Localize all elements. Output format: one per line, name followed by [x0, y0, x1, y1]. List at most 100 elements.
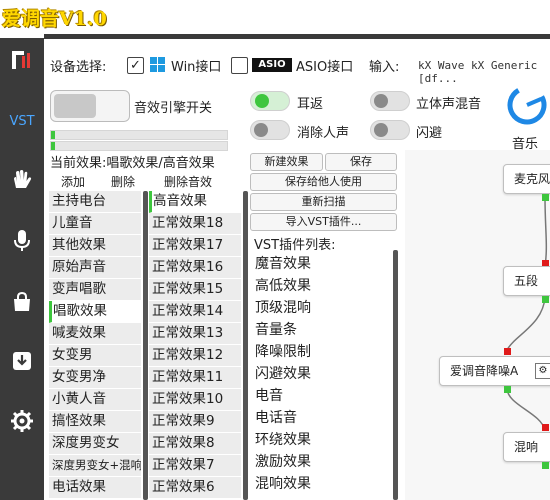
stereo-mix-toggle[interactable] — [370, 91, 410, 111]
effect-list: 高音效果 正常效果18 正常效果17 正常效果16 正常效果15 正常效果14 … — [149, 191, 241, 499]
delete-button[interactable]: 删除 — [111, 173, 135, 190]
vst-plugin-item[interactable]: 激励效果 — [253, 451, 311, 473]
category-scrollbar[interactable] — [143, 191, 148, 500]
gear-icon[interactable] — [0, 404, 44, 438]
effect-item[interactable]: 正常效果8 — [149, 433, 241, 455]
node-input-port[interactable] — [542, 424, 549, 431]
effect-item[interactable]: 正常效果12 — [149, 345, 241, 367]
effect-item[interactable]: 正常效果15 — [149, 279, 241, 301]
vocal-remove-label: 消除人声 — [297, 126, 350, 141]
vst-plugin-item[interactable]: 高低效果 — [253, 275, 311, 297]
vst-plugin-item[interactable]: 魔音效果 — [253, 253, 311, 275]
engine-switch-label: 音效引擎开关 — [134, 101, 213, 116]
microphone-icon[interactable] — [0, 224, 44, 258]
category-item[interactable]: 深度男变女 — [49, 433, 141, 455]
ear-return-toggle[interactable] — [250, 91, 290, 111]
shopping-bag-icon[interactable] — [0, 285, 44, 319]
add-button[interactable]: 添加 — [61, 173, 85, 190]
vst-plugin-item[interactable]: 电音 — [253, 385, 311, 407]
vst-scrollbar[interactable] — [393, 250, 398, 500]
level-meter-fill — [51, 142, 55, 150]
vst-plugin-item[interactable]: 电话音 — [253, 407, 311, 429]
effect-item[interactable]: 正常效果18 — [149, 213, 241, 235]
graph-node-mic[interactable]: 麦克风 — [503, 164, 550, 194]
category-item[interactable]: 电话效果 — [49, 477, 141, 499]
vst-plugin-item[interactable]: 音量条 — [253, 319, 311, 341]
category-item[interactable]: 其他效果 — [49, 235, 141, 257]
new-effect-button[interactable]: 新建效果 — [250, 153, 323, 171]
effect-item[interactable]: 正常效果10 — [149, 389, 241, 411]
win-checkbox[interactable]: ✓ — [127, 57, 144, 74]
ducking-label: 闪避 — [416, 126, 443, 141]
vocal-remove-toggle[interactable] — [250, 120, 290, 140]
windows-logo-icon — [150, 57, 165, 72]
category-item[interactable]: 女变男净 — [49, 367, 141, 389]
graph-node-label: 爱调音降噪A — [450, 364, 519, 378]
effect-item[interactable]: 正常效果13 — [149, 323, 241, 345]
asio-label: ASIO接口 — [296, 60, 354, 75]
save-button[interactable]: 保存 — [325, 153, 397, 171]
toggle-dot — [255, 94, 269, 108]
category-item[interactable]: 女变男 — [49, 345, 141, 367]
hand-wave-icon[interactable] — [0, 163, 44, 197]
delete-effect-button[interactable]: 删除音效 — [164, 173, 212, 190]
asio-checkbox[interactable] — [231, 57, 248, 74]
effect-item-selected[interactable]: 高音效果 — [149, 191, 241, 213]
input-device-select[interactable]: kX Wave kX Generic [df... — [418, 59, 550, 85]
node-input-port[interactable] — [504, 348, 511, 355]
tuner-logo-icon[interactable] — [0, 43, 44, 77]
graph-node-reverb[interactable]: 混响 — [503, 432, 550, 462]
graph-node-denoise[interactable]: 爱调音降噪A ⚙ — [439, 356, 550, 386]
node-settings-icon[interactable]: ⚙ — [535, 363, 550, 379]
effect-item[interactable]: 正常效果17 — [149, 235, 241, 257]
music-icon[interactable] — [505, 83, 549, 127]
vst-plugin-item[interactable]: 降噪限制 — [253, 341, 311, 363]
node-output-port[interactable] — [542, 462, 549, 469]
effect-item[interactable]: 正常效果16 — [149, 257, 241, 279]
win-label: Win接口 — [171, 60, 222, 75]
import-vst-button[interactable]: 导入VST插件... — [250, 213, 397, 231]
effect-item[interactable]: 正常效果6 — [149, 477, 241, 499]
category-item[interactable]: 喊麦效果 — [49, 323, 141, 345]
vst-plugin-item[interactable]: 混响效果 — [253, 473, 311, 495]
vst-plugin-item[interactable]: 闪避效果 — [253, 363, 311, 385]
category-list: 主持电台 儿童音 其他效果 原始声音 变声唱歌 唱歌效果 喊麦效果 女变男 女变… — [49, 191, 141, 499]
vst-icon[interactable]: VST — [0, 104, 44, 138]
effect-chain-graph[interactable]: 麦克风 五段 爱调音降噪A ⚙ 混响 — [405, 150, 550, 500]
toggle-dot — [374, 94, 388, 108]
node-output-port[interactable] — [504, 386, 511, 393]
engine-switch[interactable] — [50, 90, 130, 122]
title-bar: 爱调音V1.0 — [0, 0, 550, 38]
stereo-mix-label: 立体声混音 — [416, 97, 482, 112]
category-item[interactable]: 儿童音 — [49, 213, 141, 235]
device-label: 设备选择: — [50, 60, 107, 75]
ducking-toggle[interactable] — [370, 120, 410, 140]
category-item[interactable]: 小黄人音 — [49, 389, 141, 411]
effect-item[interactable]: 正常效果9 — [149, 411, 241, 433]
category-item[interactable]: 搞怪效果 — [49, 411, 141, 433]
vst-plugin-item[interactable]: 顶级混响 — [253, 297, 311, 319]
toggle-dot — [254, 123, 268, 137]
save-for-others-button[interactable]: 保存给他人使用 — [250, 173, 397, 191]
effect-scrollbar[interactable] — [243, 191, 248, 500]
category-item[interactable]: 变声唱歌 — [49, 279, 141, 301]
rescan-button[interactable]: 重新扫描 — [250, 193, 397, 211]
category-item-selected[interactable]: 唱歌效果 — [49, 301, 141, 323]
level-meter-right — [50, 141, 228, 151]
node-output-port[interactable] — [542, 194, 549, 201]
category-item[interactable]: 原始声音 — [49, 257, 141, 279]
input-label: 输入: — [369, 60, 400, 75]
effect-item[interactable]: 正常效果14 — [149, 301, 241, 323]
current-effect-label: 当前效果:唱歌效果/高音效果 — [50, 156, 215, 171]
effect-item[interactable]: 正常效果11 — [149, 367, 241, 389]
download-icon[interactable] — [0, 344, 44, 378]
node-output-port[interactable] — [542, 296, 549, 303]
graph-node-eq[interactable]: 五段 — [503, 266, 550, 296]
category-item[interactable]: 深度男变女+混响 — [49, 455, 141, 477]
effect-item[interactable]: 正常效果7 — [149, 455, 241, 477]
vst-list-title: VST插件列表: — [254, 238, 336, 253]
top-divider — [44, 34, 550, 39]
category-item[interactable]: 主持电台 — [49, 191, 141, 213]
asio-logo: ASIO — [252, 58, 292, 72]
vst-plugin-item[interactable]: 环绕效果 — [253, 429, 311, 451]
